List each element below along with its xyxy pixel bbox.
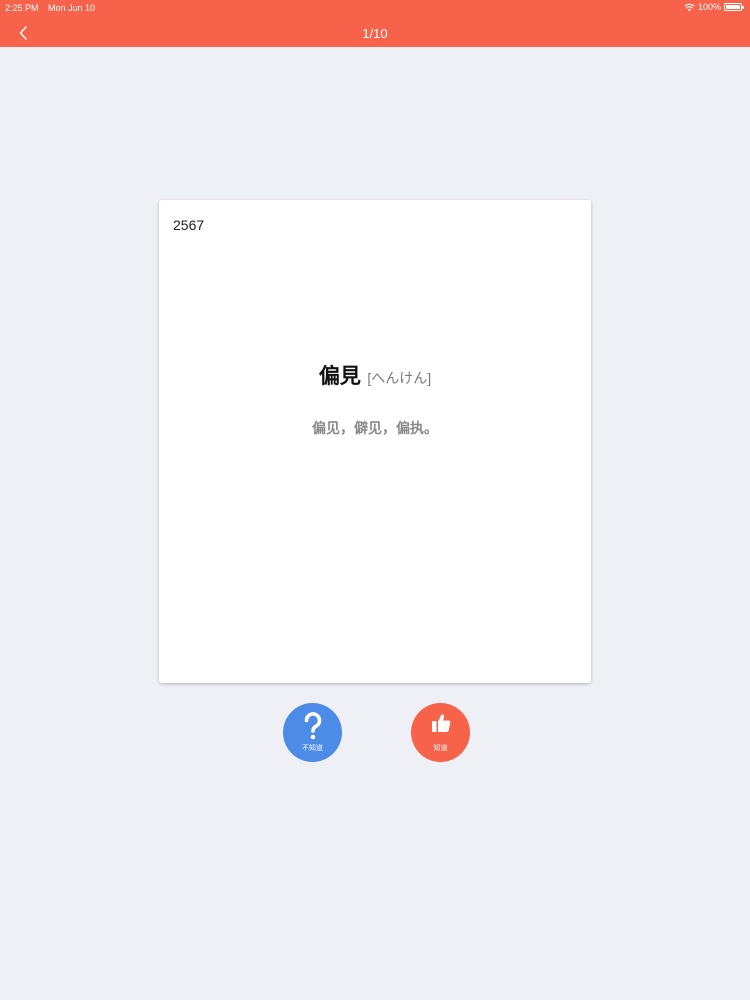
header: 2:25 PM Mon Jun 10 100% 1/10 — [0, 0, 750, 47]
question-icon — [283, 712, 342, 740]
wifi-icon — [684, 3, 695, 11]
know-button[interactable]: 知道 — [411, 703, 470, 762]
meaning: 偏见，僻见，偏执。 — [312, 420, 438, 436]
flashcard[interactable]: 2567 偏見 [へんけん] 偏见，僻见，偏执。 — [159, 200, 591, 683]
nav-bar: 1/10 — [0, 18, 750, 47]
status-bar: 2:25 PM Mon Jun 10 100% — [0, 0, 750, 16]
battery-icon — [724, 3, 744, 11]
status-time: 2:25 PM — [5, 3, 39, 13]
word: 偏見 — [318, 365, 361, 388]
status-date: Mon Jun 10 — [48, 3, 96, 13]
page-counter-title: 1/10 — [362, 26, 388, 41]
card-number: 2567 — [173, 217, 205, 233]
battery-percent: 100% — [697, 2, 721, 12]
reading: [へんけん] — [367, 370, 432, 386]
know-label: 知道 — [433, 745, 448, 752]
status-indicators: 100% — [684, 2, 744, 12]
word-line: 偏見 [へんけん] — [159, 360, 591, 390]
thumbs-up-icon — [411, 712, 470, 734]
dont-know-button[interactable]: 不知道 — [283, 703, 342, 762]
dont-know-label: 不知道 — [302, 745, 323, 752]
